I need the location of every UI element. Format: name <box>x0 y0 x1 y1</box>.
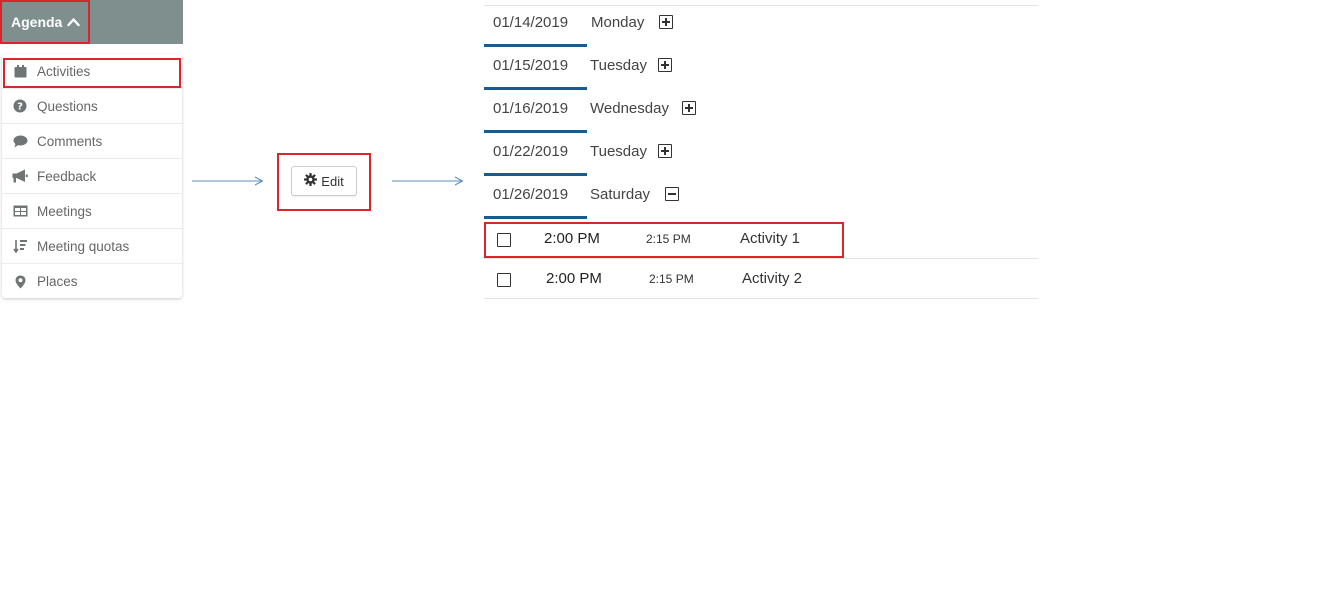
sort-amount-icon <box>11 237 29 255</box>
date-tab[interactable]: 01/22/2019 <box>484 133 587 176</box>
menu-item-meeting-quotas[interactable]: Meeting quotas <box>2 229 182 264</box>
activity-end-time: 2:15 PM <box>649 272 694 286</box>
svg-text:?: ? <box>17 102 23 113</box>
date-row: 01/26/2019 Saturday <box>484 176 1038 219</box>
arrow-right-icon <box>392 176 464 186</box>
edit-button-label: Edit <box>321 173 344 189</box>
menu-item-label: Feedback <box>37 168 97 184</box>
megaphone-icon <box>11 167 29 185</box>
menu-item-label: Places <box>37 274 78 289</box>
map-marker-icon <box>11 273 29 291</box>
date-tab[interactable]: 01/15/2019 <box>484 47 587 90</box>
day-label: Tuesday <box>590 143 647 160</box>
expand-plus-icon[interactable] <box>658 58 672 72</box>
menu-item-meetings[interactable]: Meetings <box>2 194 182 229</box>
date-tab[interactable]: 01/14/2019 <box>484 4 587 47</box>
table-icon <box>11 202 29 220</box>
date-label: 01/26/2019 <box>493 186 569 203</box>
activities-highlight <box>3 58 181 88</box>
edit-button[interactable]: Edit <box>291 166 357 196</box>
day-label: Monday <box>591 14 645 31</box>
menu-item-label: Meetings <box>37 203 92 219</box>
menu-item-comments[interactable]: Comments <box>2 124 182 159</box>
date-row: 01/15/2019 Tuesday <box>484 47 1038 90</box>
expand-plus-icon[interactable] <box>682 101 696 115</box>
menu-item-places[interactable]: Places <box>2 264 182 299</box>
activity-1-highlight <box>484 222 844 258</box>
agenda-toggle-highlight <box>0 0 90 44</box>
menu-item-label: Questions <box>37 98 98 114</box>
activity-name[interactable]: Activity 2 <box>742 270 802 287</box>
collapse-minus-icon[interactable] <box>665 187 679 201</box>
agenda-dropdown-menu: Activities ? Questions Comments Feedback… <box>2 54 182 298</box>
menu-item-questions[interactable]: ? Questions <box>2 89 182 124</box>
expand-plus-icon[interactable] <box>659 15 673 29</box>
comment-icon <box>11 132 29 150</box>
date-label: 01/22/2019 <box>493 143 569 160</box>
date-label: 01/14/2019 <box>493 14 569 31</box>
gear-icon <box>304 173 318 189</box>
day-label: Wednesday <box>590 100 669 117</box>
activity-start-time: 2:00 PM <box>546 270 602 287</box>
menu-item-label: Comments <box>37 133 103 149</box>
date-row: 01/16/2019 Wednesday <box>484 90 1038 133</box>
date-row: 01/22/2019 Tuesday <box>484 133 1038 176</box>
activity-row: 2:00 PM 2:15 PM Activity 2 <box>484 259 1038 299</box>
date-label: 01/15/2019 <box>493 57 569 74</box>
day-label: Saturday <box>590 186 651 203</box>
activity-checkbox[interactable] <box>497 273 511 287</box>
day-label: Tuesday <box>590 57 647 74</box>
expand-plus-icon[interactable] <box>658 144 672 158</box>
question-circle-icon: ? <box>11 97 29 115</box>
menu-item-label: Meeting quotas <box>37 238 130 254</box>
arrow-right-icon <box>192 176 264 186</box>
date-tab[interactable]: 01/16/2019 <box>484 90 587 133</box>
menu-item-feedback[interactable]: Feedback <box>2 159 182 194</box>
date-label: 01/16/2019 <box>493 100 569 117</box>
date-row: 01/14/2019 Monday <box>484 4 1038 47</box>
date-tab[interactable]: 01/26/2019 <box>484 176 587 219</box>
